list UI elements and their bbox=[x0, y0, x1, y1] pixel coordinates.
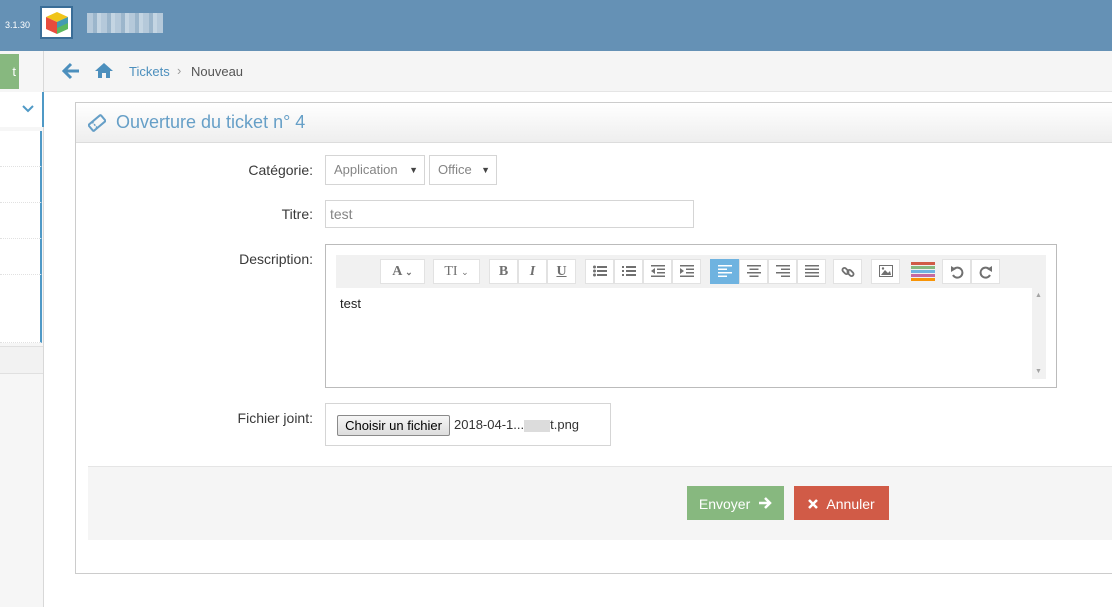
font-family-button[interactable]: A ⌄ bbox=[380, 259, 425, 284]
sidebar-subitem[interactable] bbox=[0, 275, 42, 343]
choose-file-button[interactable]: Choisir un fichier bbox=[337, 415, 450, 436]
breadcrumb: Tickets › Nouveau bbox=[44, 51, 1112, 92]
bold-button[interactable]: B bbox=[489, 259, 518, 284]
category-value: Application bbox=[334, 162, 398, 177]
arrow-right-icon bbox=[759, 497, 772, 509]
back-arrow-icon[interactable] bbox=[61, 62, 82, 82]
italic-button[interactable]: I bbox=[518, 259, 547, 284]
sidebar-subitem[interactable] bbox=[0, 131, 42, 167]
app-logo[interactable] bbox=[40, 6, 73, 39]
description-editor: A ⌄ TI ⌄ B I U test ▲ ▼ bbox=[325, 244, 1057, 388]
form-actions: Envoyer Annuler bbox=[88, 466, 1112, 540]
align-justify-icon bbox=[804, 265, 819, 277]
title-input[interactable]: test bbox=[325, 200, 694, 228]
cube-logo-icon bbox=[45, 11, 68, 34]
indent-button[interactable] bbox=[672, 259, 701, 284]
app-name-blurred bbox=[87, 13, 163, 33]
list-ul-icon bbox=[592, 265, 607, 277]
description-label: Description: bbox=[239, 251, 313, 267]
submit-button[interactable]: Envoyer bbox=[687, 486, 784, 520]
home-icon[interactable] bbox=[94, 62, 114, 80]
align-right-button[interactable] bbox=[768, 259, 797, 284]
link-button[interactable] bbox=[833, 259, 862, 284]
outdent-button[interactable] bbox=[643, 259, 672, 284]
align-left-icon bbox=[717, 265, 732, 277]
sidebar-divider bbox=[0, 346, 43, 374]
align-center-button[interactable] bbox=[739, 259, 768, 284]
align-right-icon bbox=[775, 265, 790, 277]
category-label: Catégorie: bbox=[248, 162, 313, 178]
font-size-button[interactable]: TI ⌄ bbox=[433, 259, 480, 284]
top-navbar: 3.1.30 bbox=[0, 0, 1112, 51]
breadcrumb-tickets-link[interactable]: Tickets bbox=[129, 64, 170, 79]
description-textarea[interactable]: test ▲ ▼ bbox=[336, 288, 1046, 379]
scroll-down-icon[interactable]: ▼ bbox=[1035, 368, 1042, 375]
widget-header: Ouverture du ticket n° 4 bbox=[76, 103, 1112, 143]
file-input: Choisir un fichier 2018-04-1... t.png bbox=[325, 403, 611, 446]
insert-image-button[interactable] bbox=[871, 259, 900, 284]
editor-scrollbar[interactable]: ▲ ▼ bbox=[1032, 288, 1046, 379]
bullet-list-button[interactable] bbox=[585, 259, 614, 284]
breadcrumb-separator: › bbox=[177, 63, 182, 78]
title-label: Titre: bbox=[281, 206, 313, 222]
sidebar-shortcut-button[interactable]: t bbox=[0, 54, 19, 89]
category-select[interactable]: Application ▼ bbox=[325, 155, 425, 185]
cancel-label: Annuler bbox=[826, 496, 875, 512]
redo-icon bbox=[979, 266, 992, 279]
redo-button[interactable] bbox=[971, 259, 1000, 284]
link-icon bbox=[841, 267, 854, 277]
ticket-icon bbox=[87, 114, 107, 132]
description-content: test bbox=[340, 296, 361, 311]
numbered-list-button[interactable] bbox=[614, 259, 643, 284]
sidebar-item-tickets[interactable] bbox=[0, 92, 44, 127]
editor-toolbar: A ⌄ TI ⌄ B I U bbox=[336, 255, 1046, 288]
breadcrumb-current: Nouveau bbox=[191, 64, 244, 79]
undo-icon bbox=[950, 266, 963, 279]
chevron-down-icon: ⌄ bbox=[461, 267, 469, 277]
outdent-icon bbox=[650, 265, 665, 277]
cancel-button[interactable]: Annuler bbox=[794, 486, 889, 520]
text-color-button[interactable] bbox=[908, 259, 937, 284]
file-name: 2018-04-1... t.png bbox=[454, 417, 580, 432]
page-title: Ouverture du ticket n° 4 bbox=[116, 112, 306, 132]
subcategory-select[interactable]: Office ▼ bbox=[429, 155, 497, 185]
sidebar-subitem[interactable] bbox=[0, 167, 42, 203]
close-icon bbox=[808, 499, 819, 509]
chevron-down-icon bbox=[22, 102, 34, 116]
image-icon bbox=[878, 265, 893, 277]
undo-button[interactable] bbox=[942, 259, 971, 284]
list-ol-icon bbox=[621, 266, 636, 276]
caret-down-icon: ▼ bbox=[481, 165, 490, 175]
app-version: 3.1.30 bbox=[5, 20, 31, 30]
underline-button[interactable]: U bbox=[547, 259, 576, 284]
align-left-button[interactable] bbox=[710, 259, 739, 284]
scroll-up-icon[interactable]: ▲ bbox=[1035, 292, 1042, 299]
justify-button[interactable] bbox=[797, 259, 826, 284]
align-center-icon bbox=[746, 265, 761, 277]
attachment-label: Fichier joint: bbox=[237, 410, 313, 426]
filename-redacted bbox=[524, 419, 551, 432]
indent-icon bbox=[679, 265, 694, 277]
caret-down-icon: ▼ bbox=[409, 165, 418, 175]
chevron-down-icon: ⌄ bbox=[405, 267, 413, 277]
submit-label: Envoyer bbox=[698, 496, 751, 512]
sidebar-subitem[interactable] bbox=[0, 203, 42, 239]
subcategory-value: Office bbox=[438, 162, 472, 177]
sidebar-subitem[interactable] bbox=[0, 239, 42, 275]
color-palette-icon bbox=[910, 262, 935, 281]
